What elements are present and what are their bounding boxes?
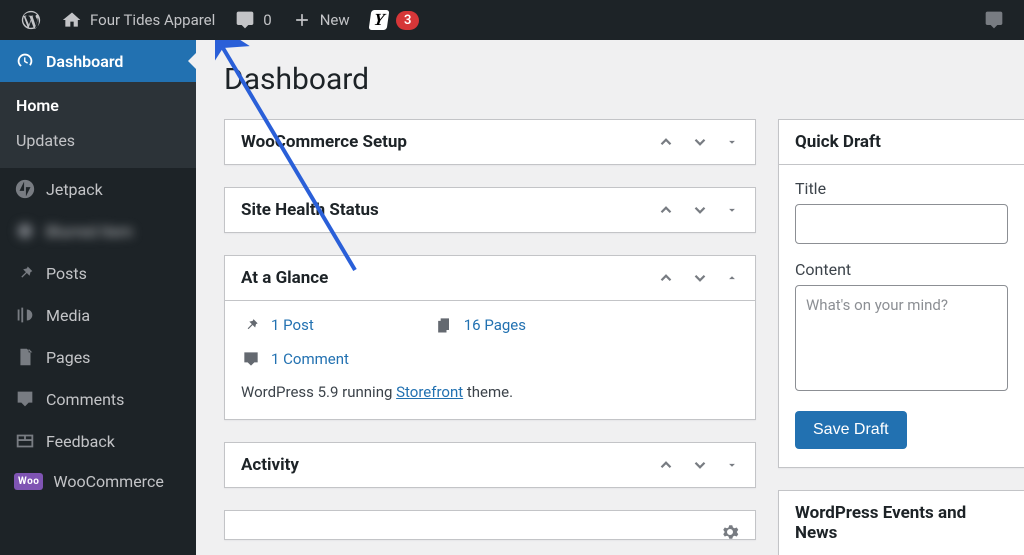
caret-down-icon[interactable] [725,458,739,472]
title-input[interactable] [795,204,1008,244]
postbox-title-activity: Activity [241,455,657,475]
comment-icon [241,349,261,369]
chevron-up-icon[interactable] [657,201,675,219]
submenu-dashboard: Home Updates [0,82,196,168]
woocommerce-icon: Woo [14,473,43,490]
new-label: New [320,11,350,29]
menu-comments-label: Comments [46,390,124,409]
pin-icon [241,315,261,335]
theme-link[interactable]: Storefront [396,383,463,401]
media-icon [14,304,36,326]
caret-down-icon[interactable] [725,203,739,217]
pages-icon [434,315,454,335]
comments-icon [14,388,36,410]
wordpress-logo-menu[interactable] [10,0,52,40]
admin-bar: Four Tides Apparel 0 New Y 3 [0,0,1024,40]
menu-feedback[interactable]: Feedback [0,420,196,462]
glance-pages[interactable]: 16 Pages [434,315,526,335]
plus-icon [292,10,312,30]
comment-icon [235,10,255,30]
menu-woocommerce-label: WooCommerce [53,472,163,491]
blurred-icon [14,220,36,242]
yoast-menu[interactable]: Y 3 [360,0,430,40]
chevron-up-icon[interactable] [657,133,675,151]
menu-blurred-label: Blurred Item [46,222,133,241]
pin-icon [14,262,36,284]
postbox-title-health: Site Health Status [241,200,657,220]
postbox-extra [224,510,756,540]
glance-posts-text: 1 Post [271,316,314,334]
postbox-at-a-glance: At a Glance 1 Post [224,255,756,420]
menu-blurred[interactable]: Blurred Item [0,210,196,252]
menu-posts-label: Posts [46,264,87,283]
postbox-title-glance: At a Glance [241,268,657,288]
postbox-woocommerce-setup: WooCommerce Setup [224,119,756,165]
submenu-updates[interactable]: Updates [0,123,196,158]
chevron-up-icon[interactable] [657,456,675,474]
menu-jetpack[interactable]: Jetpack [0,168,196,210]
comments-count: 0 [263,11,271,29]
glance-pages-text: 16 Pages [464,316,526,334]
menu-dashboard-label: Dashboard [46,52,123,71]
postbox-site-health: Site Health Status [224,187,756,233]
chevron-up-icon[interactable] [657,269,675,287]
page-title: Dashboard [224,62,1024,97]
glance-version: WordPress 5.9 running Storefront theme. [241,383,739,401]
wordpress-icon [20,9,42,31]
save-draft-button[interactable]: Save Draft [795,411,907,449]
menu-pages[interactable]: Pages [0,336,196,378]
chevron-down-icon[interactable] [691,456,709,474]
menu-feedback-label: Feedback [46,432,115,451]
menu-posts[interactable]: Posts [0,252,196,294]
menu-pages-label: Pages [46,348,90,367]
yoast-notification-badge: 3 [396,11,419,30]
menu-media[interactable]: Media [0,294,196,336]
comments-menu[interactable]: 0 [225,0,281,40]
glance-posts[interactable]: 1 Post [241,315,314,335]
postbox-title-woo: WooCommerce Setup [241,132,657,152]
glance-comments[interactable]: 1 Comment [241,349,349,369]
caret-up-icon[interactable] [725,271,739,285]
adminbar-right-chat[interactable] [974,0,1014,40]
chat-icon [984,10,1004,30]
menu-woocommerce[interactable]: Woo WooCommerce [0,462,196,501]
postbox-events: WordPress Events and News [778,490,1024,555]
postbox-activity: Activity [224,442,756,488]
quick-draft-title: Quick Draft [795,132,1008,152]
site-name-menu[interactable]: Four Tides Apparel [52,0,225,40]
pages-icon [14,346,36,368]
chevron-down-icon[interactable] [691,133,709,151]
gear-icon[interactable] [721,523,739,540]
chevron-down-icon[interactable] [691,201,709,219]
menu-media-label: Media [46,306,90,325]
yoast-icon: Y [368,10,389,30]
title-label: Title [795,179,1008,198]
content-label: Content [795,260,1008,279]
menu-comments[interactable]: Comments [0,378,196,420]
admin-sidebar: Dashboard Home Updates Jetpack Blurred I… [0,40,196,555]
new-content-menu[interactable]: New [282,0,360,40]
caret-down-icon[interactable] [725,135,739,149]
content-textarea[interactable] [795,285,1008,391]
submenu-home[interactable]: Home [0,88,196,123]
content-area: Dashboard WooCommerce Setup [196,40,1024,555]
events-title: WordPress Events and News [795,503,1008,543]
chevron-down-icon[interactable] [691,269,709,287]
feedback-icon [14,430,36,452]
jetpack-icon [14,178,36,200]
glance-comments-text: 1 Comment [271,350,349,368]
menu-jetpack-label: Jetpack [46,180,103,199]
menu-dashboard[interactable]: Dashboard [0,40,196,82]
site-name: Four Tides Apparel [90,11,215,29]
home-icon [62,10,82,30]
dashboard-icon [14,50,36,72]
postbox-quick-draft: Quick Draft Title Content Save Draft [778,119,1024,468]
